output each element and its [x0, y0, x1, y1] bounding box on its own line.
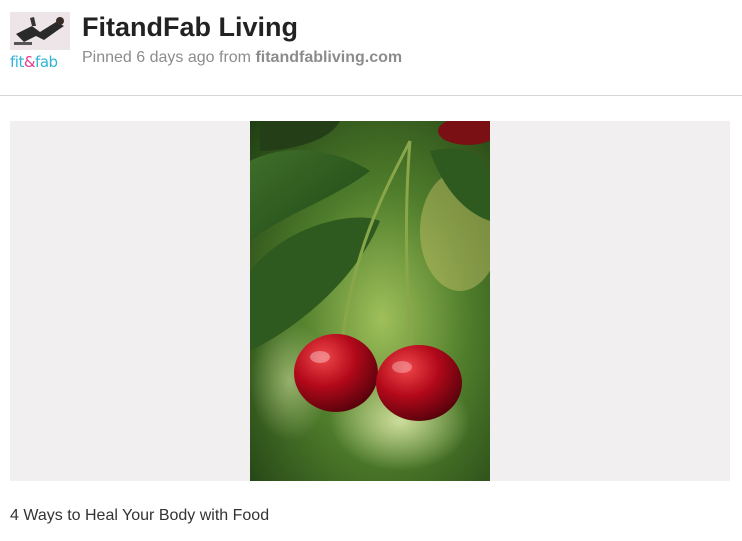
source-link[interactable]: fitandfabliving.com [255, 49, 402, 66]
fitness-photo-icon [10, 12, 70, 50]
cherries-photo[interactable] [250, 121, 490, 481]
pin-meta: Pinned 6 days ago from fitandfabliving.c… [82, 48, 402, 68]
avatar[interactable]: fit&fab [10, 12, 70, 72]
pinned-time-label: Pinned 6 days ago from [82, 49, 256, 66]
pin-image-panel [10, 121, 730, 481]
pin-description: 4 Ways to Heal Your Body with Food [10, 507, 270, 524]
fitandfab-logo: fit&fab [10, 53, 58, 71]
user-name-link[interactable]: FitandFab Living [82, 11, 298, 43]
pin-header: fit&fab FitandFab Living Pinned 6 days a… [0, 0, 742, 96]
